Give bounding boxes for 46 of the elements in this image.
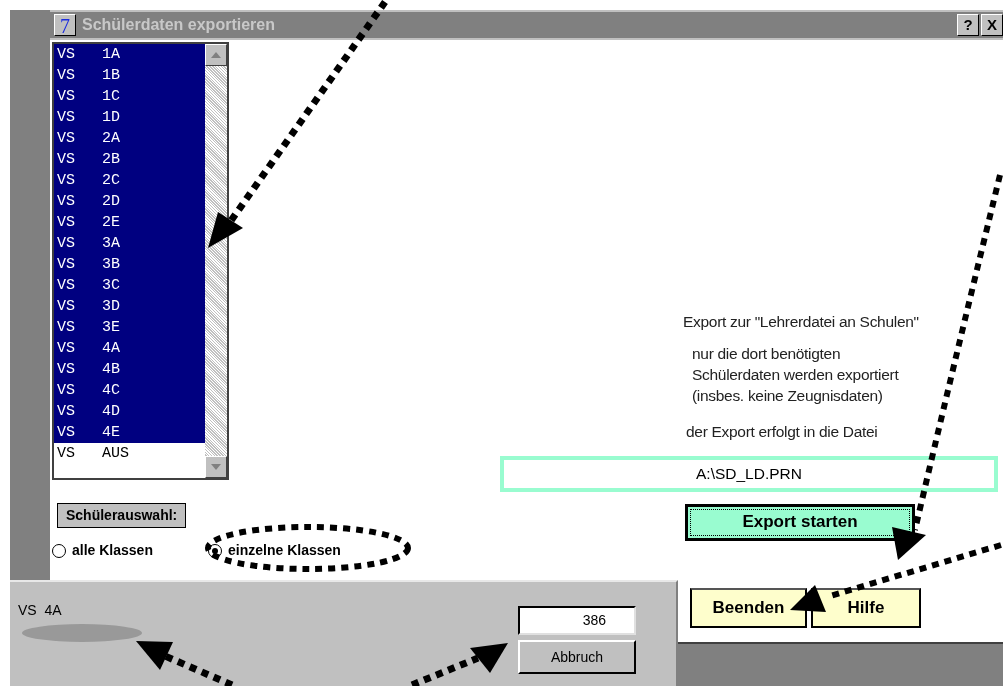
radio-label[interactable]: einzelne Klassen <box>228 540 341 561</box>
export-heading: Export zur "Lehrerdatei an Schulen" <box>683 312 920 332</box>
class-list-item[interactable]: VS 3E <box>54 317 205 338</box>
class-list-item[interactable]: VS 2E <box>54 212 205 233</box>
class-list-item[interactable]: VS 3A <box>54 233 205 254</box>
class-list-item[interactable]: VS 4A <box>54 338 205 359</box>
close-button[interactable]: X <box>981 14 1003 36</box>
class-list-item[interactable]: VS 3B <box>54 254 205 275</box>
radio-label[interactable]: alle Klassen <box>72 540 153 561</box>
up-arrow-icon <box>211 52 221 58</box>
class-list-item[interactable]: VS 3D <box>54 296 205 317</box>
class-list-item[interactable]: VS 2A <box>54 128 205 149</box>
selection-label: Schülerauswahl: <box>57 503 187 528</box>
note-text: (insbes. keine Zeugnisdaten) <box>692 386 884 407</box>
note-text: Schülerdaten werden exportiert <box>692 365 900 386</box>
radio-button[interactable] <box>52 543 66 558</box>
export-button[interactable]: Export starten <box>685 503 915 541</box>
class-list-item[interactable]: VS 2D <box>54 191 205 212</box>
target-label: der Export erfolgt in die Datei <box>686 422 879 443</box>
window-title: Schülerdaten exportieren <box>82 15 275 35</box>
class-list-item[interactable]: VS 1C <box>54 86 205 107</box>
class-list-item[interactable]: VS 1D <box>54 107 205 128</box>
cancel-button[interactable]: Abbruch <box>518 640 636 674</box>
scroll-down-button[interactable] <box>205 456 227 478</box>
class-list-item[interactable]: VS 3C <box>54 275 205 296</box>
class-list-item[interactable]: VS 4C <box>54 380 205 401</box>
class-list-item[interactable]: VS 1B <box>54 65 205 86</box>
class-list-item[interactable]: VS 4B <box>54 359 205 380</box>
help-button[interactable]: ? <box>957 14 979 36</box>
file-path-field[interactable]: A:\SD_LD.PRN <box>500 455 998 492</box>
class-list-item[interactable]: VS 1A <box>54 44 205 65</box>
scrollbar[interactable] <box>205 44 227 478</box>
class-list-item[interactable]: VS 4E <box>54 422 205 443</box>
current-class-text: VS 4A <box>18 601 63 620</box>
app-icon: 7 <box>54 14 76 36</box>
down-arrow-icon <box>211 464 221 470</box>
class-list-item[interactable]: VS 4D <box>54 401 205 422</box>
scroll-up-button[interactable] <box>205 44 227 66</box>
class-list-item[interactable]: VS AUS <box>54 443 205 464</box>
class-list-item[interactable]: VS 2B <box>54 149 205 170</box>
note-text: nur die dort benötigten <box>692 344 842 365</box>
count-field: 386 <box>518 606 636 635</box>
quit-button[interactable]: Beenden <box>690 588 807 628</box>
class-list-item[interactable]: VS 2C <box>54 170 205 191</box>
help-text-button[interactable]: Hilfe <box>811 588 921 628</box>
class-listbox[interactable]: VS 1A VS 1B VS 1C VS 1D VS 2A VS 2B VS 2C VS 2D VS 2E VS 3A VS 3B VS 3C VS 3D VS 3E VS 4A VS 4B VS 4C VS 4D VS 4E VS AUS <box>52 42 229 480</box>
